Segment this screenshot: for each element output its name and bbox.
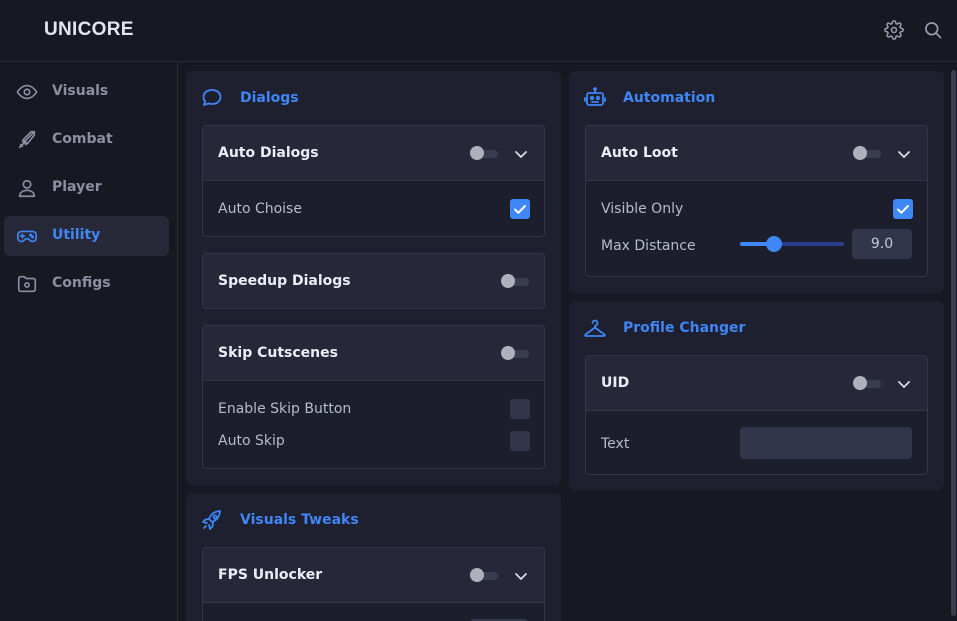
visible-only-checkbox[interactable] <box>893 199 913 219</box>
auto-choise-checkbox[interactable] <box>510 199 530 219</box>
fps-unlocker-card: FPS Unlocker <box>202 547 545 621</box>
sidebar-item-label: Player <box>52 179 102 195</box>
auto-choise-label: Auto Choise <box>218 201 302 217</box>
gear-icon[interactable] <box>884 20 904 40</box>
gamepad-icon <box>16 225 38 247</box>
app-header: UNICORE <box>0 0 957 62</box>
robot-icon <box>583 86 607 110</box>
auto-loot-card: Auto Loot Visible Only Max Distance 9.0 <box>585 125 928 277</box>
chevron-down-icon[interactable] <box>896 146 912 162</box>
chevron-down-icon[interactable] <box>896 376 912 392</box>
auto-loot-toggle[interactable] <box>853 146 883 160</box>
panel-title: Dialogs <box>240 90 299 106</box>
card-title: Auto Loot <box>601 145 678 161</box>
eye-icon <box>16 81 38 103</box>
sidebar-item-player[interactable]: Player <box>4 168 169 208</box>
auto-dialogs-card: Auto Dialogs Auto Choise <box>202 125 545 237</box>
enable-skip-button-label: Enable Skip Button <box>218 401 352 417</box>
auto-skip-label: Auto Skip <box>218 433 285 449</box>
sidebar-item-combat[interactable]: Combat <box>4 120 169 160</box>
sidebar-item-visuals[interactable]: Visuals <box>4 72 169 112</box>
panel-title: Visuals Tweaks <box>240 512 359 528</box>
uid-text-input[interactable] <box>740 427 912 459</box>
dialogs-panel: Dialogs Auto Dialogs Auto Choise Speedup… <box>186 71 561 485</box>
auto-skip-checkbox[interactable] <box>510 431 530 451</box>
skip-cutscenes-card: Skip Cutscenes Enable Skip Button Auto S… <box>202 325 545 469</box>
uid-card: UID Text <box>585 355 928 475</box>
sidebar-item-label: Utility <box>52 227 101 243</box>
rocket-icon <box>200 508 224 532</box>
sidebar: Visuals Combat Player Utility Configs <box>0 63 178 621</box>
card-header: Auto Dialogs <box>203 126 544 181</box>
card-header: Auto Loot <box>586 126 927 181</box>
chevron-down-icon[interactable] <box>513 146 529 162</box>
sidebar-item-configs[interactable]: Configs <box>4 264 169 304</box>
sidebar-item-label: Visuals <box>52 83 109 99</box>
auto-dialogs-toggle[interactable] <box>470 146 500 160</box>
uid-toggle[interactable] <box>853 376 883 390</box>
search-icon[interactable] <box>923 20 943 40</box>
speedup-dialogs-toggle[interactable] <box>501 274 531 288</box>
enable-skip-button-checkbox[interactable] <box>510 399 530 419</box>
max-distance-value[interactable]: 9.0 <box>852 229 912 259</box>
panel-title: Automation <box>623 90 716 106</box>
folder-settings-icon <box>16 273 38 295</box>
automation-panel: Automation Auto Loot Visible Only Max Di… <box>569 71 944 293</box>
sidebar-item-label: Combat <box>52 131 113 147</box>
panel-title: Profile Changer <box>623 320 746 336</box>
card-header: Speedup Dialogs <box>203 254 544 308</box>
card-title: UID <box>601 375 630 391</box>
sword-icon <box>16 129 38 151</box>
chat-bubble-icon <box>200 86 224 110</box>
max-distance-slider[interactable] <box>740 234 844 254</box>
chevron-down-icon[interactable] <box>513 568 529 584</box>
card-header: Skip Cutscenes <box>203 326 544 381</box>
visuals-tweaks-panel: Visuals Tweaks FPS Unlocker <box>186 493 561 621</box>
skip-cutscenes-toggle[interactable] <box>501 346 531 360</box>
card-title: FPS Unlocker <box>218 567 323 583</box>
max-distance-label: Max Distance <box>601 238 696 254</box>
hanger-icon <box>583 316 607 340</box>
sidebar-item-label: Configs <box>52 275 111 291</box>
scrollbar[interactable] <box>951 70 956 616</box>
card-title: Skip Cutscenes <box>218 345 338 361</box>
card-header: FPS Unlocker <box>203 548 544 603</box>
card-header: UID <box>586 356 927 411</box>
app-title: UNICORE <box>44 19 134 40</box>
profile-changer-panel: Profile Changer UID Text <box>569 301 944 490</box>
uid-text-label: Text <box>601 436 630 452</box>
user-icon <box>16 177 38 199</box>
card-title: Speedup Dialogs <box>218 273 351 289</box>
visible-only-label: Visible Only <box>601 201 684 217</box>
card-title: Auto Dialogs <box>218 145 319 161</box>
speedup-dialogs-card: Speedup Dialogs <box>202 253 545 309</box>
fps-unlocker-toggle[interactable] <box>470 568 500 582</box>
sidebar-item-utility[interactable]: Utility <box>4 216 169 256</box>
